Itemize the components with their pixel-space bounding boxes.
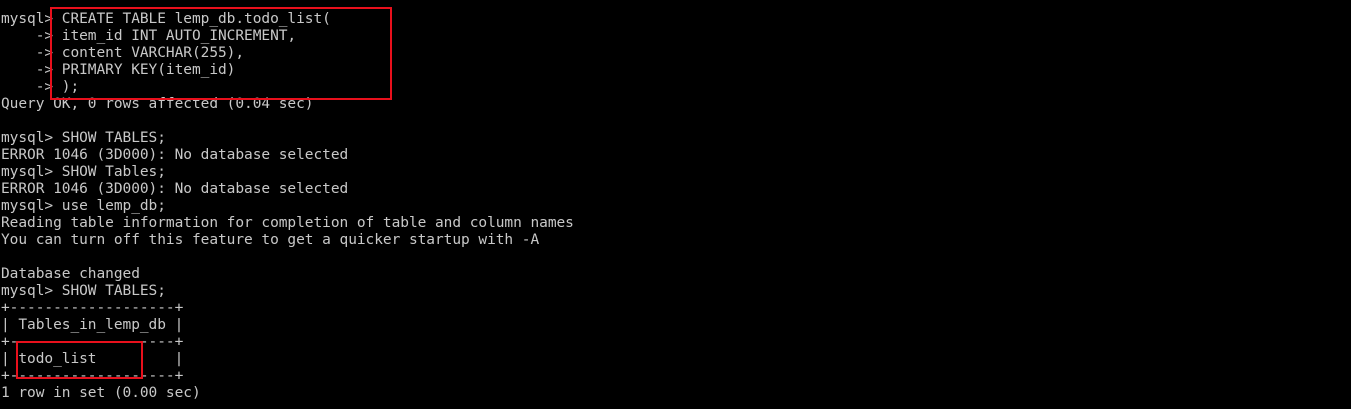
result-table-row: | todo_list |: [1, 351, 184, 367]
terminal-line-error-1: ERROR 1046 (3D000): No database selected: [1, 147, 349, 163]
result-table-header: | Tables_in_lemp_db |: [1, 317, 184, 333]
terminal-line-close-paren: -> );: [1, 79, 80, 95]
result-table-border-bottom: +-------------------+: [1, 368, 184, 384]
terminal-line-query-ok: Query OK, 0 rows affected (0.04 sec): [1, 96, 314, 112]
terminal-line-turn-off-hint: You can turn off this feature to get a q…: [1, 232, 540, 248]
terminal-line-blank-1: [1, 113, 1351, 130]
terminal-line-show-tables-2: mysql> SHOW Tables;: [1, 164, 166, 180]
terminal-line-content: -> content VARCHAR(255),: [1, 45, 245, 61]
terminal-line-error-2: ERROR 1046 (3D000): No database selected: [1, 181, 349, 197]
result-table-border-top: +-------------------+: [1, 300, 184, 316]
terminal-line-use-db: mysql> use lemp_db;: [1, 198, 166, 214]
terminal-window[interactable]: mysql> CREATE TABLE lemp_db.todo_list( -…: [0, 0, 1351, 409]
terminal-line-show-tables-1: mysql> SHOW TABLES;: [1, 130, 166, 146]
terminal-line-show-tables-3: mysql> SHOW TABLES;: [1, 283, 166, 299]
result-table-border-mid: +-------------------+: [1, 334, 184, 350]
terminal-line-create-table: mysql> CREATE TABLE lemp_db.todo_list(: [1, 11, 331, 27]
terminal-line-row-count: 1 row in set (0.00 sec): [1, 385, 201, 401]
terminal-line-primary-key: -> PRIMARY KEY(item_id): [1, 62, 236, 78]
terminal-line-reading-info: Reading table information for completion…: [1, 215, 574, 231]
terminal-line-db-changed: Database changed: [1, 266, 140, 282]
terminal-line-item-id: -> item_id INT AUTO_INCREMENT,: [1, 28, 297, 44]
terminal-line-blank-2: [1, 249, 1351, 266]
